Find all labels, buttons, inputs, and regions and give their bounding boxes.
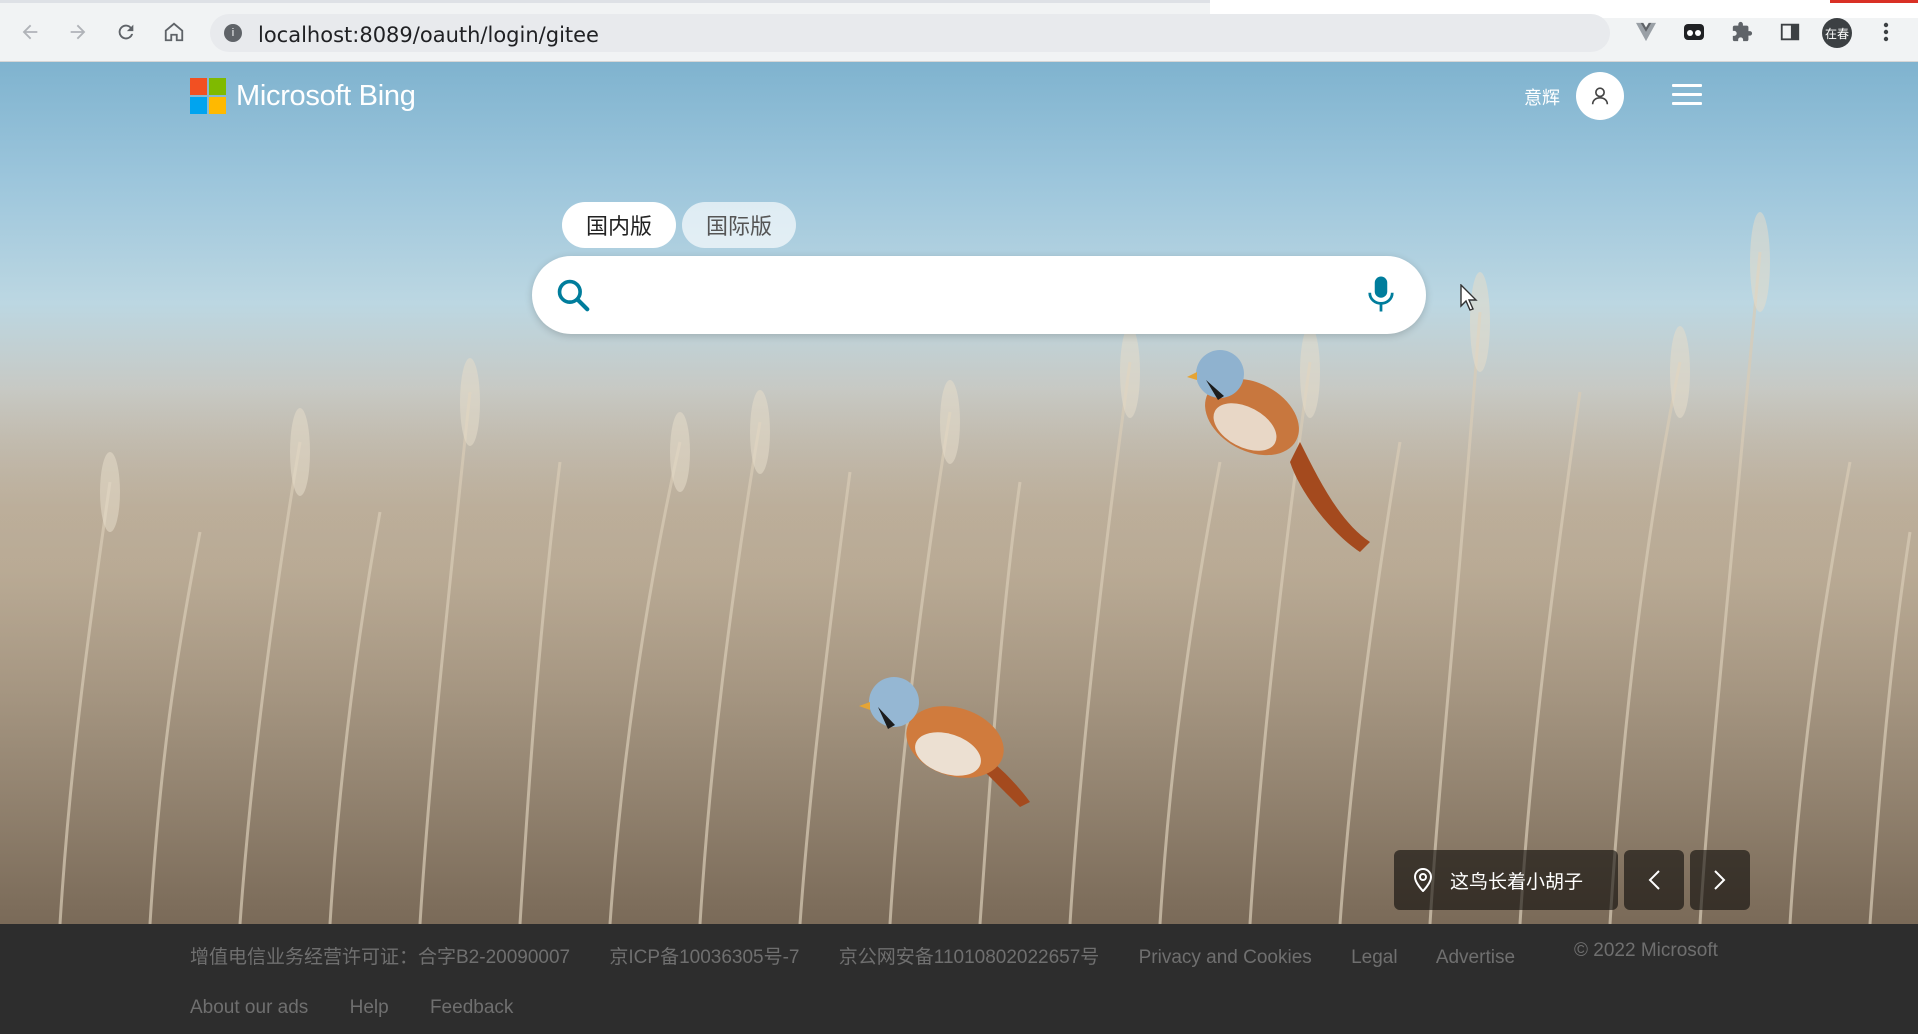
- chevron-left-icon: [1648, 870, 1660, 890]
- address-url[interactable]: localhost:8089/oauth/login/gitee: [258, 23, 599, 47]
- reload-icon: [118, 24, 134, 40]
- footer-privacy-link[interactable]: Privacy and Cookies: [1139, 947, 1312, 968]
- home-icon: [164, 22, 184, 42]
- footer-links-row2: About our ads Help Feedback: [190, 997, 549, 1019]
- side-panel-icon: [1780, 23, 1800, 41]
- hamburger-menu-button[interactable]: [1672, 84, 1702, 106]
- footer-about-ads-link[interactable]: About our ads: [190, 997, 308, 1018]
- footer-links-row1: 增值电信业务经营许可证：合字B2-20090007 京ICP备10036305号…: [190, 942, 1549, 969]
- arrow-left-icon: [22, 24, 38, 40]
- footer-police-link[interactable]: 京公网安备11010802022657号: [839, 947, 1100, 968]
- search-input[interactable]: [612, 274, 1332, 316]
- extensions-button[interactable]: [1728, 18, 1756, 46]
- user-name[interactable]: 意辉: [1524, 84, 1560, 110]
- profile-avatar-button[interactable]: 在春: [1822, 18, 1852, 48]
- chevron-right-icon: [1714, 870, 1726, 890]
- browser-toolbar: i localhost:8089/oauth/login/gitee 在春: [0, 0, 1918, 62]
- menu-line-icon: [1672, 84, 1702, 87]
- mouse-cursor-icon: [1460, 284, 1478, 311]
- background-image: [0, 62, 1918, 924]
- tab-international[interactable]: 国际版: [682, 202, 796, 248]
- location-pin-icon: [1414, 868, 1432, 892]
- extension-app-icon: [1684, 24, 1704, 40]
- more-vert-icon: [1883, 22, 1889, 42]
- search-box[interactable]: [532, 256, 1426, 334]
- user-icon: [1591, 87, 1609, 105]
- user-avatar-button[interactable]: [1576, 72, 1624, 120]
- home-button[interactable]: [158, 16, 190, 48]
- extension-vue-button[interactable]: [1632, 18, 1660, 46]
- arrow-right-icon: [70, 24, 86, 40]
- brand-name: Microsoft Bing: [236, 79, 416, 112]
- previous-image-button[interactable]: [1624, 850, 1684, 910]
- browser-menu-button[interactable]: [1872, 18, 1900, 46]
- address-bar[interactable]: i localhost:8089/oauth/login/gitee: [210, 14, 1610, 52]
- image-caption-button[interactable]: 这鸟长着小胡子: [1394, 850, 1618, 910]
- forward-button[interactable]: [62, 16, 94, 48]
- microphone-icon[interactable]: [1366, 274, 1396, 314]
- footer-feedback-link[interactable]: Feedback: [430, 997, 513, 1018]
- footer-legal-link[interactable]: Legal: [1351, 947, 1398, 968]
- site-info-icon[interactable]: i: [224, 24, 242, 42]
- image-caption-title: 这鸟长着小胡子: [1450, 871, 1584, 893]
- extension-app-button[interactable]: [1680, 18, 1708, 46]
- microsoft-logo-icon: [190, 78, 226, 114]
- tab-domestic[interactable]: 国内版: [562, 202, 676, 248]
- menu-line-icon: [1672, 93, 1702, 96]
- reed-field-scene: [0, 212, 1918, 924]
- menu-line-icon: [1672, 102, 1702, 105]
- footer-license-link[interactable]: 增值电信业务经营许可证：合字B2-20090007: [190, 947, 570, 968]
- back-button[interactable]: [14, 16, 46, 48]
- footer: 增值电信业务经营许可证：合字B2-20090007 京ICP备10036305号…: [0, 924, 1918, 1034]
- footer-icp-link[interactable]: 京ICP备10036305号-7: [609, 947, 799, 968]
- vue-devtools-icon: [1636, 22, 1656, 42]
- side-panel-button[interactable]: [1776, 18, 1804, 46]
- footer-help-link[interactable]: Help: [350, 997, 389, 1018]
- tab-strip-indicator: [1830, 0, 1918, 3]
- reload-button[interactable]: [110, 16, 142, 48]
- search-icon[interactable]: [554, 276, 592, 314]
- puzzle-icon: [1732, 21, 1753, 42]
- next-image-button[interactable]: [1690, 850, 1750, 910]
- bing-logo[interactable]: Microsoft Bing: [190, 78, 416, 114]
- footer-copyright: © 2022 Microsoft: [1574, 940, 1718, 961]
- footer-advertise-link[interactable]: Advertise: [1436, 947, 1515, 968]
